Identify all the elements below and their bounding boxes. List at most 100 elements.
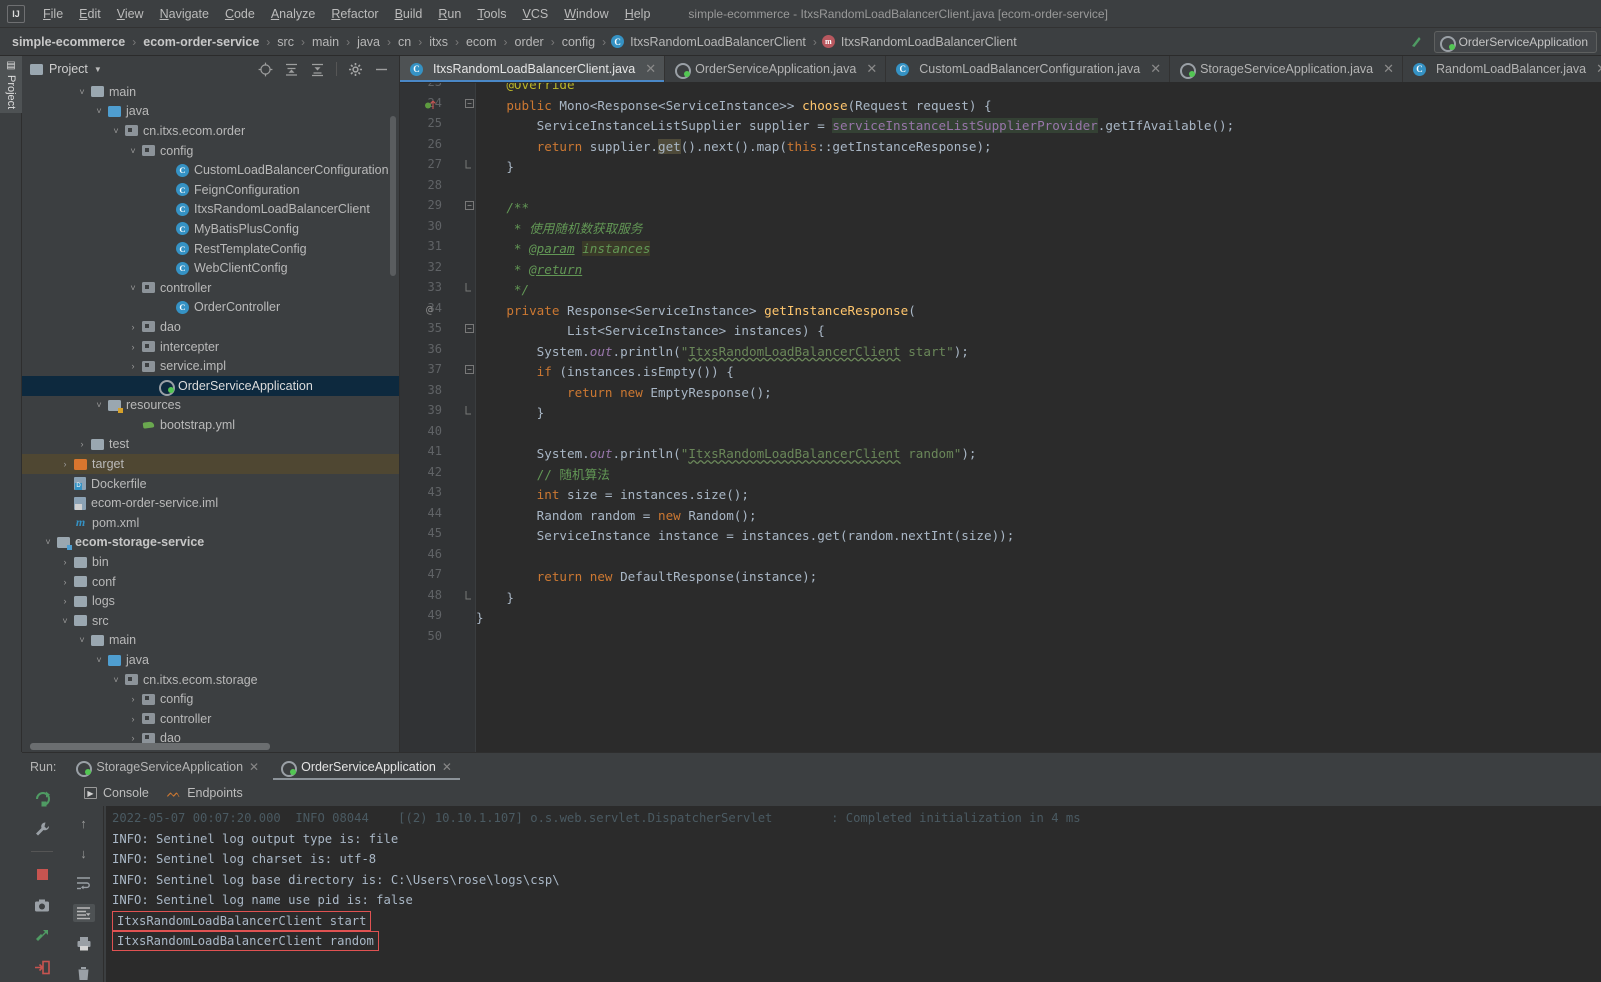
fold-expand-icon[interactable] [462,98,476,111]
tree-item-ecom-order-service-iml[interactable]: ecom-order-service.iml [22,493,399,513]
project-tree-horizontal-scrollbar[interactable] [30,743,270,750]
tree-item-orderserviceapplication[interactable]: OrderServiceApplication [22,375,399,396]
tree-item-java[interactable]: ˅ java [22,650,399,670]
chevron-down-icon[interactable]: ˅ [94,655,104,665]
chevron-right-icon[interactable]: › [128,342,138,352]
breadcrumb-item-ecom[interactable]: ecom [464,34,499,50]
tree-item-main[interactable]: ˅ main [22,631,399,651]
tree-item-target[interactable]: › target [22,454,399,474]
breadcrumb-item-order[interactable]: order [513,34,546,50]
menu-item-build[interactable]: Build [387,4,431,24]
hide-panel-icon[interactable] [374,62,389,77]
editor-tab-orderserviceapplication[interactable]: OrderServiceApplication.java ✕ [665,56,887,82]
chevron-right-icon[interactable]: › [128,694,138,704]
menu-item-refactor[interactable]: Refactor [323,4,386,24]
chevron-down-icon[interactable]: ˅ [128,283,138,293]
close-icon[interactable]: ✕ [645,61,656,77]
stop-icon[interactable] [33,865,51,883]
menu-item-analyze[interactable]: Analyze [263,4,323,24]
editor-tab-storageserviceapplication[interactable]: StorageServiceApplication.java ✕ [1170,56,1404,82]
chevron-right-icon[interactable]: › [77,439,87,449]
breadcrumb-item-itxsrandomloadbalancerclient[interactable]: C ItxsRandomLoadBalancerClient [611,34,808,50]
run-tab-order-service[interactable]: OrderServiceApplication ✕ [273,756,460,780]
menu-item-run[interactable]: Run [430,4,469,24]
tree-item-feignconfiguration[interactable]: C FeignConfiguration [22,180,399,200]
menu-item-edit[interactable]: Edit [71,4,109,24]
tree-item-cn-itxs-ecom-order[interactable]: ˅ cn.itxs.ecom.order [22,121,399,141]
camera-icon[interactable] [33,896,51,914]
chevron-right-icon[interactable]: › [128,714,138,724]
chevron-down-icon[interactable]: ˅ [111,675,121,685]
scroll-down-icon[interactable]: ↓ [73,844,95,862]
fold-collapse-icon[interactable] [462,283,476,295]
menu-item-tools[interactable]: Tools [469,4,514,24]
chevron-right-icon[interactable]: › [60,596,70,606]
locate-icon[interactable] [258,62,273,77]
fold-collapse-icon[interactable] [462,590,476,603]
fold-collapse-icon[interactable] [462,406,476,418]
chevron-down-icon[interactable]: ˅ [111,126,121,136]
fold-collapse-icon[interactable] [462,160,476,172]
scroll-up-icon[interactable]: ↑ [73,814,95,832]
menu-item-help[interactable]: Help [617,4,659,24]
tree-item-itxsrandomloadbalancerclient[interactable]: C ItxsRandomLoadBalancerClient [22,200,399,220]
close-icon[interactable]: ✕ [1383,61,1394,77]
menu-item-code[interactable]: Code [217,4,263,24]
code-editor[interactable]: 23 @Override24 public Mono<Response<Serv… [400,83,1601,752]
close-icon[interactable]: ✕ [866,61,877,77]
tree-item-main[interactable]: ˅ main [22,82,399,102]
gear-icon[interactable] [348,62,363,77]
chevron-right-icon[interactable]: › [128,322,138,332]
tab-console[interactable]: ▶ Console [84,786,149,800]
back-arrow-icon[interactable] [1406,31,1428,53]
breadcrumb-item-ecom-order-service[interactable]: ecom-order-service [141,34,261,50]
wrench-icon[interactable] [33,820,51,838]
tree-item-cn-itxs-ecom-storage[interactable]: ˅ cn.itxs.ecom.storage [22,670,399,690]
breadcrumb-item-java[interactable]: java [355,34,382,50]
trash-icon[interactable] [73,964,95,982]
tree-item-pom-xml[interactable]: m pom.xml [22,513,399,533]
chevron-down-icon[interactable]: ˅ [94,106,104,116]
tree-item-ecom-storage-service[interactable]: ˅ ecom-storage-service [22,533,399,553]
annotation-marker[interactable]: @ [426,303,433,316]
exit-icon[interactable] [33,958,51,976]
chevron-down-icon[interactable]: ˅ [128,146,138,156]
fold-expand-icon[interactable] [462,201,476,213]
console-output[interactable]: 2022-05-07 00:07:20.000 INFO 08044 [(2) … [106,806,1601,982]
tree-item-config[interactable]: › config [22,689,399,709]
tree-item-resttemplateconfig[interactable]: C RestTemplateConfig [22,239,399,259]
chevron-down-icon[interactable]: ˅ [60,616,70,626]
chevron-down-icon[interactable]: ˅ [77,87,87,97]
chevron-down-icon[interactable]: ˅ [77,635,87,645]
run-tab-storage-service[interactable]: StorageServiceApplication ✕ [68,756,267,778]
menu-item-vcs[interactable]: VCS [515,4,557,24]
close-icon[interactable]: ✕ [1596,61,1601,77]
tree-item-bootstrap-yml[interactable]: bootstrap.yml [22,415,399,435]
breadcrumb-item-cn[interactable]: cn [396,34,413,50]
menu-item-window[interactable]: Window [556,4,616,24]
breadcrumb-item-itxsrandomloadbalancerclient[interactable]: m ItxsRandomLoadBalancerClient [821,34,1019,50]
breadcrumb-item-itxs[interactable]: itxs [427,34,450,50]
fold-expand-icon[interactable] [462,365,476,377]
tree-item-bin[interactable]: › bin [22,552,399,572]
print-icon[interactable] [73,934,95,952]
chevron-down-icon[interactable]: ˅ [94,400,104,410]
code-line[interactable] [476,629,1601,753]
tree-item-webclientconfig[interactable]: C WebClientConfig [22,258,399,278]
soft-wrap-icon[interactable] [73,874,95,892]
tree-item-resources[interactable]: ˅ resources [22,396,399,416]
chevron-right-icon[interactable]: › [128,733,138,743]
breadcrumb-item-main[interactable]: main [310,34,341,50]
close-icon[interactable]: ✕ [1150,61,1161,77]
expand-all-icon[interactable] [284,62,299,77]
sidebar-tab-project[interactable]: ▤ Project [0,56,22,114]
editor-tab-customloadbalancerconfiguration[interactable]: C CustomLoadBalancerConfiguration.java ✕ [886,56,1171,82]
menu-item-view[interactable]: View [109,4,152,24]
chevron-right-icon[interactable]: › [60,459,70,469]
tree-item-intercepter[interactable]: › intercepter [22,337,399,357]
tree-item-controller[interactable]: › controller [22,709,399,729]
breadcrumb-item-src[interactable]: src [275,34,296,50]
editor-tab-itxsrandomloadbalancerclient[interactable]: C ItxsRandomLoadBalancerClient.java ✕ [400,56,666,82]
breadcrumb-item-simple-ecommerce[interactable]: simple-ecommerce [10,34,127,50]
rerun-icon[interactable] [33,789,51,807]
